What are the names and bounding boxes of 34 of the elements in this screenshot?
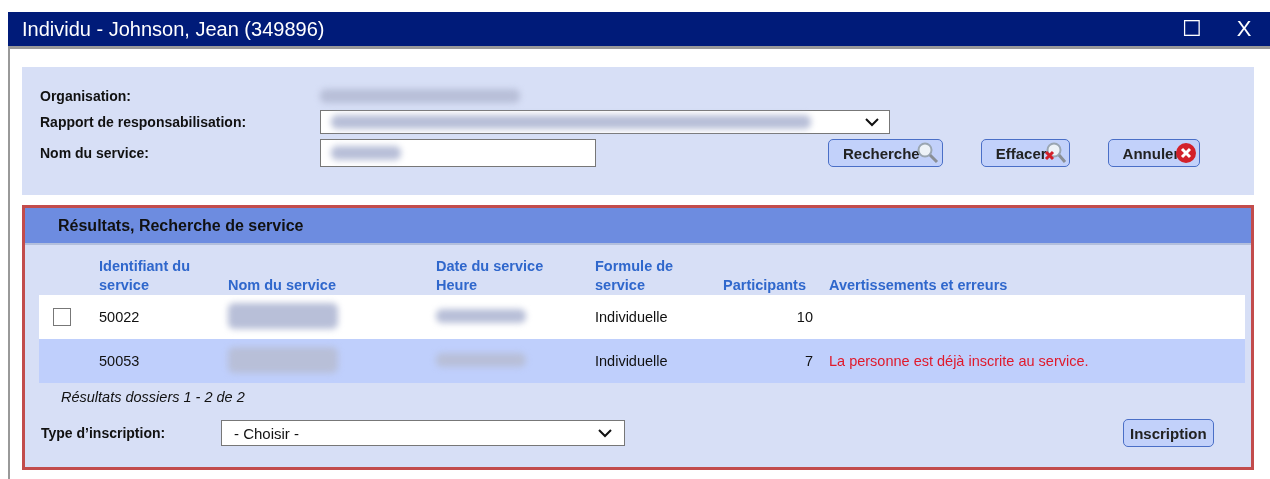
action-button[interactable]: Recherche xyxy=(828,139,943,167)
table-cell: 7 xyxy=(719,339,825,383)
column-header: Nom du service xyxy=(224,257,432,295)
field-label: Rapport de responsabilisation: xyxy=(40,114,248,130)
column-header: Formule de service xyxy=(591,257,719,295)
field-label: Nom du service: xyxy=(40,145,150,161)
table-cell: Individuelle xyxy=(591,295,719,339)
submit-button[interactable]: Inscription xyxy=(1123,419,1214,447)
field-label: Type d’inscription: xyxy=(41,425,167,441)
table-cell: 50022 xyxy=(95,295,224,339)
results-count: Résultats dossiers 1 - 2 de 2 xyxy=(61,389,245,405)
field-label: Organisation: xyxy=(40,88,132,104)
close-circle-icon xyxy=(1175,142,1198,164)
close-button[interactable]: X xyxy=(1218,16,1270,42)
maximize-button[interactable]: ☐ xyxy=(1166,16,1218,42)
column-header: Date du service Heure xyxy=(432,257,591,295)
action-button[interactable]: Annuler xyxy=(1107,139,1201,167)
table-cell: 10 xyxy=(719,295,825,339)
action-button[interactable]: Effacer xyxy=(980,139,1070,167)
input-field[interactable] xyxy=(320,139,596,167)
column-header: Avertissements et erreurs xyxy=(825,257,1245,295)
column-header: Participants xyxy=(719,257,825,295)
column-header: Identifiant du service xyxy=(95,257,224,295)
window-title: Individu - Johnson, Jean (349896) xyxy=(22,17,326,41)
chevron-down-icon xyxy=(865,117,879,127)
chevron-down-icon xyxy=(598,428,612,438)
warning-text: La personne est déjà inscrite au service. xyxy=(829,353,1089,369)
results-title: Résultats, Recherche de service xyxy=(58,216,304,235)
table-cell: 50053 xyxy=(95,339,224,383)
select-field[interactable]: - Choisir - xyxy=(221,420,625,446)
table-cell: Individuelle xyxy=(591,339,719,383)
table-row[interactable]: 50022 Individuelle 10 xyxy=(39,295,1245,339)
checkbox[interactable] xyxy=(53,308,71,326)
select-field[interactable] xyxy=(320,110,890,134)
